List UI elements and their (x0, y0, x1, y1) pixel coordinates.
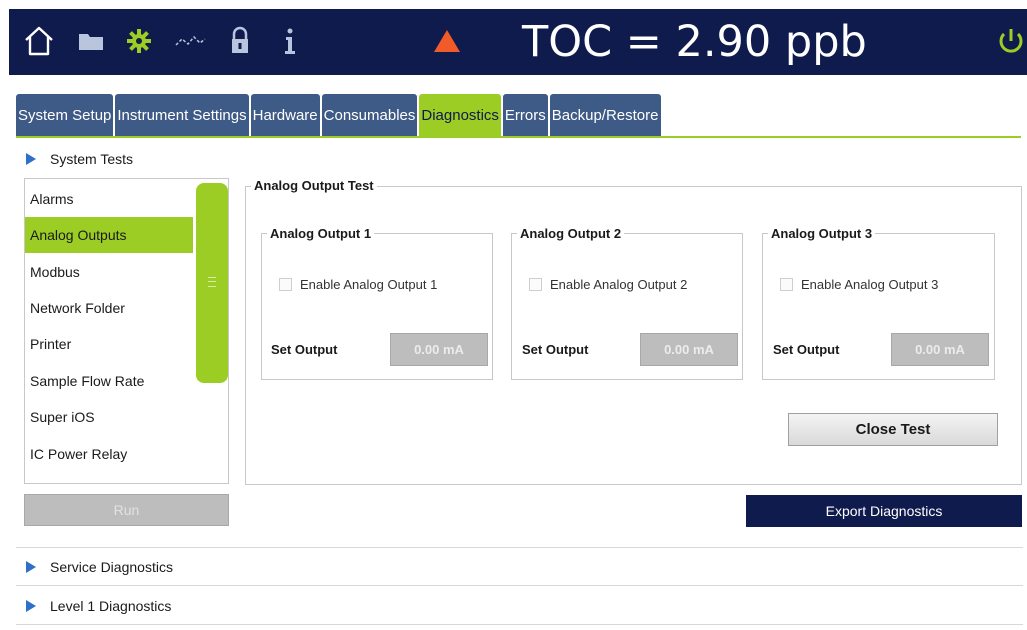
tab-instrument-settings[interactable]: Instrument Settings (115, 94, 249, 136)
list-item-sample-flow-rate[interactable]: Sample Flow Rate (25, 363, 193, 399)
group-title: Analog Output Test (251, 178, 377, 193)
folder-icon[interactable] (73, 23, 109, 59)
checkbox-box[interactable] (529, 278, 542, 291)
lock-icon[interactable] (222, 23, 258, 59)
section-label: Level 1 Diagnostics (50, 598, 172, 614)
list-item-alarms[interactable]: Alarms (25, 181, 193, 217)
list-item-analog-outputs[interactable]: Analog Outputs (25, 217, 193, 253)
toc-readout: TOC = 2.90 ppb (522, 17, 867, 67)
export-diagnostics-button[interactable]: Export Diagnostics (746, 495, 1022, 527)
run-button[interactable]: Run (24, 494, 229, 526)
output-1-value-field[interactable]: 0.00 mA (390, 333, 488, 366)
test-list: Alarms Analog Outputs Modbus Network Fol… (24, 178, 229, 484)
divider (16, 624, 1023, 625)
list-item-ic-power-relay[interactable]: IC Power Relay (25, 436, 193, 472)
section-level1-diagnostics[interactable]: Level 1 Diagnostics (16, 591, 1023, 621)
list-item-super-ios[interactable]: Super iOS (25, 399, 193, 435)
section-service-diagnostics[interactable]: Service Diagnostics (16, 552, 1023, 582)
tab-bar: System Setup Instrument Settings Hardwar… (16, 94, 661, 136)
set-output-3-label: Set Output (773, 342, 840, 357)
tab-system-setup[interactable]: System Setup (16, 94, 114, 136)
list-item-printer[interactable]: Printer (25, 326, 193, 362)
checkbox-label: Enable Analog Output 2 (550, 277, 688, 292)
tab-hardware[interactable]: Hardware (250, 94, 320, 136)
checkbox-label: Enable Analog Output 1 (300, 277, 438, 292)
expand-arrow-icon (26, 153, 36, 165)
close-test-button[interactable]: Close Test (788, 413, 998, 446)
analog-output-1-title: Analog Output 1 (267, 226, 375, 241)
section-system-tests[interactable]: System Tests (16, 144, 1023, 174)
analog-output-2-title: Analog Output 2 (517, 226, 625, 241)
tab-underline (16, 136, 1021, 138)
analog-output-3-title: Analog Output 3 (768, 226, 876, 241)
warning-icon[interactable] (429, 23, 465, 59)
divider (16, 585, 1023, 586)
output-2-value-field[interactable]: 0.00 mA (640, 333, 738, 366)
section-label: Service Diagnostics (50, 559, 173, 575)
enable-output-2-checkbox[interactable]: Enable Analog Output 2 (529, 277, 687, 292)
checkbox-box[interactable] (279, 278, 292, 291)
power-icon[interactable] (993, 23, 1027, 59)
set-output-1-label: Set Output (271, 342, 338, 357)
enable-output-3-checkbox[interactable]: Enable Analog Output 3 (780, 277, 938, 292)
tab-errors[interactable]: Errors (502, 94, 548, 136)
output-3-value-field[interactable]: 0.00 mA (891, 333, 989, 366)
expand-arrow-icon (26, 561, 36, 573)
scroll-grip-icon (208, 277, 216, 287)
checkbox-label: Enable Analog Output 3 (801, 277, 939, 292)
set-output-2-label: Set Output (522, 342, 589, 357)
expand-arrow-icon (26, 600, 36, 612)
list-item-modbus[interactable]: Modbus (25, 254, 193, 290)
header-bar: TOC = 2.90 ppb (9, 9, 1027, 75)
tab-consumables[interactable]: Consumables (321, 94, 418, 136)
home-icon[interactable] (21, 23, 57, 59)
info-icon[interactable] (272, 23, 308, 59)
tab-diagnostics[interactable]: Diagnostics (419, 94, 501, 136)
list-item-network-folder[interactable]: Network Folder (25, 290, 193, 326)
gear-icon[interactable] (121, 23, 157, 59)
list-scrollbar[interactable] (196, 183, 228, 383)
tab-backup-restore[interactable]: Backup/Restore (549, 94, 661, 136)
trend-icon[interactable] (172, 23, 208, 59)
divider (16, 547, 1023, 548)
section-label: System Tests (50, 151, 133, 167)
checkbox-box[interactable] (780, 278, 793, 291)
enable-output-1-checkbox[interactable]: Enable Analog Output 1 (279, 277, 437, 292)
